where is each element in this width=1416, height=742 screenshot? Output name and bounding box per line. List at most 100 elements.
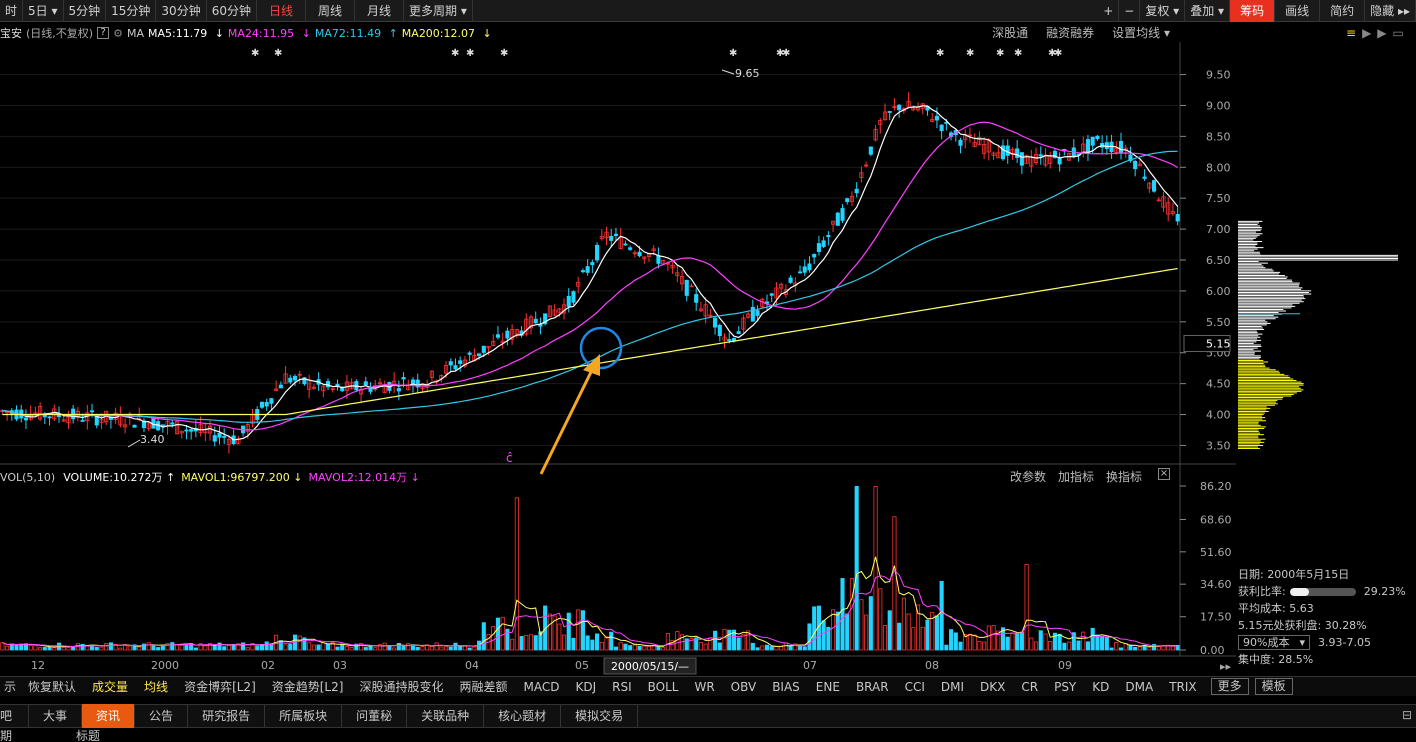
zoom-in-button[interactable]: + — [1098, 0, 1120, 22]
indicator-tab-11[interactable]: BOLL — [640, 677, 687, 697]
price-tick-label: 8.00 — [1206, 161, 1231, 174]
indicator-tab-6[interactable]: 深股通持股变化 — [351, 677, 451, 697]
tab-60min[interactable]: 60分钟 — [207, 0, 257, 22]
add-indicator-link[interactable]: 加指标 — [1058, 468, 1094, 485]
gear-icon[interactable]: ⚙ — [113, 27, 123, 40]
play-alt-icon[interactable]: ▶ — [1377, 26, 1386, 40]
indicator-tab-8[interactable]: MACD — [515, 677, 567, 697]
volume-bar — [245, 647, 250, 651]
chips-button[interactable]: 筹码 — [1230, 0, 1276, 22]
volume-bar — [434, 642, 439, 651]
indicator-tab-19[interactable]: DKX — [972, 677, 1013, 697]
expand-icon[interactable]: ⊟ — [1402, 708, 1412, 722]
info-tab-6[interactable]: 问董秘 — [342, 704, 408, 728]
indicator-tab-4[interactable]: 资金博弈[L2] — [176, 677, 264, 697]
cost-select[interactable]: 90%成本 ▾ — [1238, 635, 1310, 650]
candle-body — [840, 208, 845, 221]
tab-5day[interactable]: 5日 ▾ — [23, 0, 64, 22]
volume-bar — [533, 635, 538, 651]
indicator-tab-0[interactable]: 示 — [0, 677, 20, 697]
draw-line-button[interactable]: 画线 — [1275, 0, 1321, 22]
volume-bar — [193, 647, 198, 651]
close-icon[interactable]: × — [1158, 468, 1170, 480]
tab-monthly[interactable]: 月线 — [355, 0, 405, 22]
sz-connect-link[interactable]: 深股通 — [992, 24, 1028, 41]
indicator-tab-17[interactable]: CCI — [897, 677, 933, 697]
candle-body — [585, 266, 590, 273]
indicator-tab-23[interactable]: DMA — [1117, 677, 1161, 697]
restore-rights-button[interactable]: 复权 ▾ — [1140, 0, 1186, 22]
simple-button[interactable]: 简约 — [1320, 0, 1366, 22]
switch-indicator-link[interactable]: 换指标 — [1106, 468, 1142, 485]
candle-body — [538, 323, 543, 327]
document-icon[interactable]: ▭ — [1393, 26, 1404, 40]
indicator-tab-25[interactable]: 更多 — [1210, 678, 1249, 695]
help-icon[interactable]: ? — [97, 27, 110, 39]
volume-bar — [831, 609, 836, 651]
candle-body — [344, 381, 349, 391]
volume-bar — [269, 643, 274, 651]
indicator-tab-20[interactable]: CR — [1013, 677, 1046, 697]
candle-body — [297, 373, 302, 376]
indicator-tab-22[interactable]: KD — [1084, 677, 1117, 697]
info-tab-2[interactable]: 资讯 — [82, 704, 136, 728]
volume-bar — [590, 639, 595, 651]
candle-body — [963, 134, 968, 141]
info-tab-4[interactable]: 研究报告 — [188, 704, 266, 728]
chart-grid — [0, 42, 1236, 657]
chip-mode-icon[interactable]: ≡ — [1346, 26, 1356, 40]
change-params-link[interactable]: 改参数 — [1010, 468, 1046, 485]
indicator-tab-12[interactable]: WR — [686, 677, 722, 697]
tab-daily[interactable]: 日线 — [257, 0, 306, 22]
volume-bar — [887, 610, 892, 651]
candle-body — [996, 152, 1001, 159]
tab-5min[interactable]: 5分钟 — [64, 0, 107, 22]
tab-15min[interactable]: 15分钟 — [106, 0, 157, 22]
volume-bar — [609, 631, 614, 651]
volume-bar — [255, 645, 260, 651]
volume-bar — [845, 613, 850, 651]
tab-30min[interactable]: 30分钟 — [156, 0, 207, 22]
tab-time[interactable]: 时 — [0, 0, 24, 22]
indicator-tab-24[interactable]: TRIX — [1161, 677, 1204, 697]
info-tab-3[interactable]: 公告 — [135, 704, 189, 728]
candle-body — [533, 318, 538, 324]
indicator-tab-18[interactable]: DMI — [933, 677, 972, 697]
play-icon[interactable]: ▶ — [1362, 26, 1371, 40]
indicator-tab-2[interactable]: 成交量 — [84, 677, 136, 697]
overlay-button[interactable]: 叠加 ▾ — [1185, 0, 1231, 22]
indicator-tab-16[interactable]: BRAR — [848, 677, 897, 697]
profit-ratio: 获利比率: 29.23% — [1238, 585, 1406, 598]
event-marker: ✱ — [1054, 48, 1062, 59]
info-tab-0[interactable]: 吧 — [0, 704, 30, 728]
hide-button[interactable]: 隐藏 ▸▸ — [1365, 0, 1416, 22]
indicator-tab-7[interactable]: 两融差额 — [451, 677, 515, 697]
indicator-tab-9[interactable]: KDJ — [567, 677, 604, 697]
info-tab-8[interactable]: 核心题材 — [484, 704, 562, 728]
indicator-tab-21[interactable]: PSY — [1046, 677, 1084, 697]
info-tab-1[interactable]: 大事 — [29, 704, 83, 728]
info-tab-7[interactable]: 关联品种 — [407, 704, 485, 728]
zoom-out-button[interactable]: − — [1119, 0, 1141, 22]
indicator-tab-5[interactable]: 资金趋势[L2] — [264, 677, 352, 697]
volume-bar — [1076, 640, 1081, 651]
mavol1-line — [2, 556, 1178, 648]
indicator-tab-14[interactable]: BIAS — [764, 677, 808, 697]
indicator-tab-15[interactable]: ENE — [808, 677, 848, 697]
candle-body — [646, 253, 652, 257]
info-tab-9[interactable]: 模拟交易 — [561, 704, 639, 728]
indicator-tab-10[interactable]: RSI — [604, 677, 640, 697]
indicator-tab-3[interactable]: 均线 — [136, 677, 176, 697]
set-ma-link[interactable]: 设置均线 ▾ — [1112, 24, 1170, 41]
volume-bar — [524, 634, 529, 651]
candle-body — [302, 377, 307, 385]
tab-more-periods[interactable]: 更多周期 ▾ — [404, 0, 473, 22]
indicator-tab-1[interactable]: 恢复默认 — [20, 677, 84, 697]
info-tab-5[interactable]: 所属板块 — [265, 704, 343, 728]
volume-bar — [963, 633, 968, 651]
kline-chart[interactable]: 9.50 9.00 8.50 8.00 7.50 7.00 6.50 6.00 5.50 5.00… — [0, 0, 1416, 742]
margin-trading-link[interactable]: 融资融券 — [1046, 24, 1094, 41]
indicator-tab-13[interactable]: OBV — [723, 677, 765, 697]
tab-weekly[interactable]: 周线 — [306, 0, 356, 22]
indicator-tab-26[interactable]: 模板 — [1254, 678, 1293, 695]
